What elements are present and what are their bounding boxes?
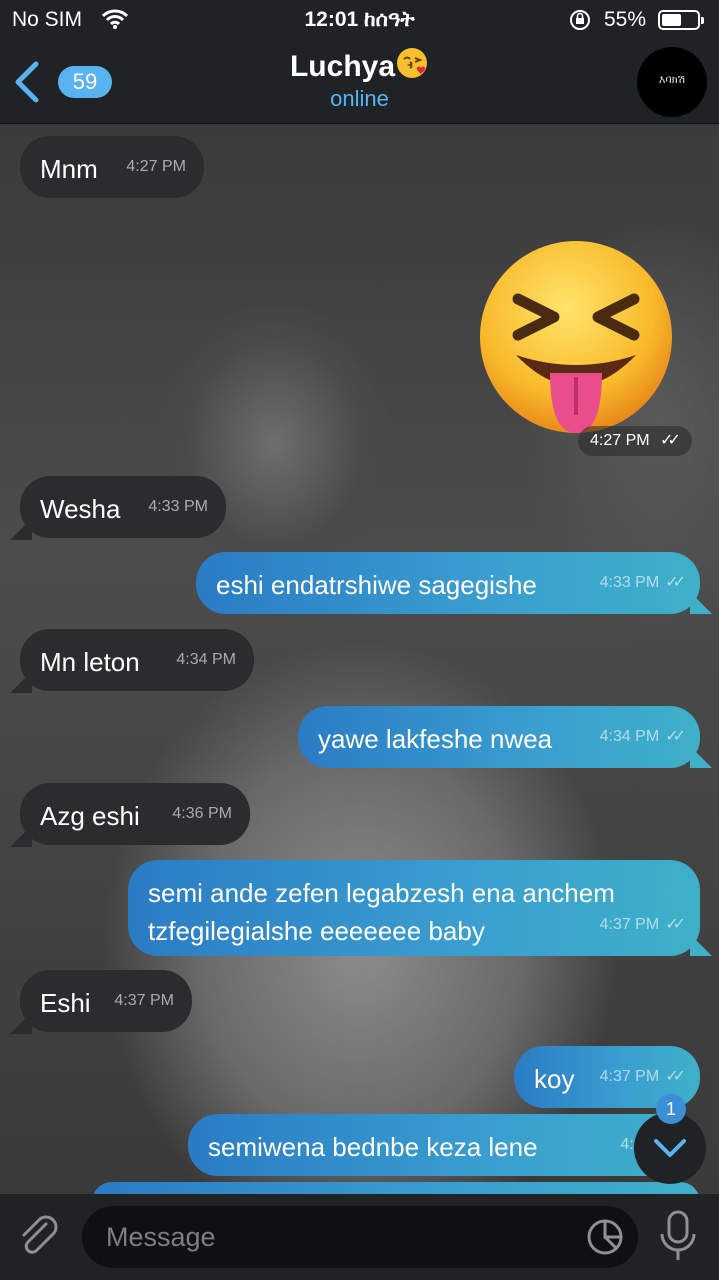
message-time: 4:37 PM xyxy=(599,1068,660,1085)
message-text: Eshi xyxy=(40,988,91,1018)
message-outgoing[interactable]: semiwena bednbe keza lene 4:39 PM xyxy=(188,1114,700,1176)
microphone-button[interactable] xyxy=(656,1208,700,1264)
message-time: 4:37 PM xyxy=(114,992,174,1009)
message-outgoing-partial[interactable] xyxy=(92,1182,700,1194)
message-outgoing[interactable]: eshi endatrshiwe sagegishe 4:33 PM ✓✓ xyxy=(196,552,700,614)
double-check-icon: ✓✓ xyxy=(665,1068,686,1085)
message-time: 4:33 PM xyxy=(148,498,208,515)
avatar[interactable]: እባክሽ xyxy=(637,47,707,117)
message-time: 4:37 PM xyxy=(599,916,660,933)
message-text: Mnm xyxy=(40,154,98,184)
message-incoming[interactable]: Eshi 4:37 PM xyxy=(20,970,192,1032)
message-text: eshi endatrshiwe sagegishe xyxy=(216,570,537,600)
bubble-tail xyxy=(690,746,712,768)
bubble-tail xyxy=(690,592,712,614)
message-incoming[interactable]: Mn leton 4:34 PM xyxy=(20,629,254,691)
message-time: 4:34 PM xyxy=(176,651,236,668)
message-time: 4:27 PM xyxy=(126,158,186,175)
message-status: 4:33 PM ✓✓ xyxy=(599,564,686,602)
double-check-icon: ✓✓ xyxy=(665,728,686,745)
contact-title[interactable]: Luchya xyxy=(0,46,719,84)
message-time: 4:27 PM xyxy=(590,432,650,449)
chat-header: 59 Luchya online እባክሽ xyxy=(0,40,719,124)
message-time: 4:33 PM xyxy=(599,574,660,591)
message-text: Mn leton xyxy=(40,647,140,677)
bubble-tail xyxy=(690,934,712,956)
message-outgoing[interactable]: semi ande zefen legabzesh ena anchem tzf… xyxy=(128,860,700,956)
message-outgoing[interactable]: yawe lakfeshe nwea 4:34 PM ✓✓ xyxy=(298,706,700,768)
composer-bar xyxy=(0,1194,719,1280)
battery-percent: 55% xyxy=(604,8,647,31)
message-text: Azg eshi xyxy=(40,801,140,831)
sticker-message[interactable] xyxy=(476,237,676,437)
message-incoming[interactable]: Wesha 4:33 PM xyxy=(20,476,226,538)
double-check-icon: ✓✓ xyxy=(660,432,681,449)
message-text: koy xyxy=(534,1064,575,1094)
avatar-text: እባክሽ xyxy=(658,73,686,86)
sticker-time: 4:27 PM ✓✓ xyxy=(578,426,692,456)
orientation-lock-icon xyxy=(568,9,592,37)
double-check-icon: ✓✓ xyxy=(665,916,686,933)
paperclip-icon xyxy=(22,1215,58,1254)
message-incoming[interactable]: Azg eshi 4:36 PM xyxy=(20,783,250,845)
double-check-icon: ✓✓ xyxy=(665,574,686,591)
message-status: 4:37 PM ✓✓ xyxy=(599,906,686,944)
message-field[interactable] xyxy=(82,1206,638,1268)
kissing-face-icon xyxy=(395,46,429,80)
message-text: semiwena bednbe keza lene xyxy=(208,1132,538,1162)
message-status: 4:34 PM ✓✓ xyxy=(599,718,686,756)
message-incoming[interactable]: Mnm 4:27 PM xyxy=(20,136,204,198)
message-text: yawe lakfeshe nwea xyxy=(318,724,553,754)
message-text: Wesha xyxy=(40,494,121,524)
message-text: semi ande zefen legabzesh ena anchem tzf… xyxy=(148,878,615,946)
contact-status: online xyxy=(330,86,389,111)
microphone-icon xyxy=(660,1210,696,1260)
chat-area[interactable]: Mnm 4:27 PM 4:27 PM ✓✓ Wesha 4:33 PM esh… xyxy=(0,124,719,1194)
contact-name: Luchya xyxy=(289,50,396,83)
status-bar: No SIM 12:01 ከሰዓት 55% xyxy=(0,0,719,40)
message-status: 4:37 PM ✓✓ xyxy=(599,1058,686,1096)
message-input[interactable] xyxy=(106,1206,586,1268)
battery-icon xyxy=(658,10,704,30)
sticker-button[interactable] xyxy=(586,1218,624,1256)
message-time: 4:36 PM xyxy=(172,805,232,822)
message-time: 4:34 PM xyxy=(599,728,660,745)
unread-messages-badge: 1 xyxy=(656,1094,686,1124)
squinting-face-with-tongue-icon xyxy=(480,241,672,433)
attach-button[interactable] xyxy=(16,1214,62,1260)
chevron-down-icon xyxy=(654,1139,686,1157)
sticker-icon xyxy=(587,1219,623,1255)
